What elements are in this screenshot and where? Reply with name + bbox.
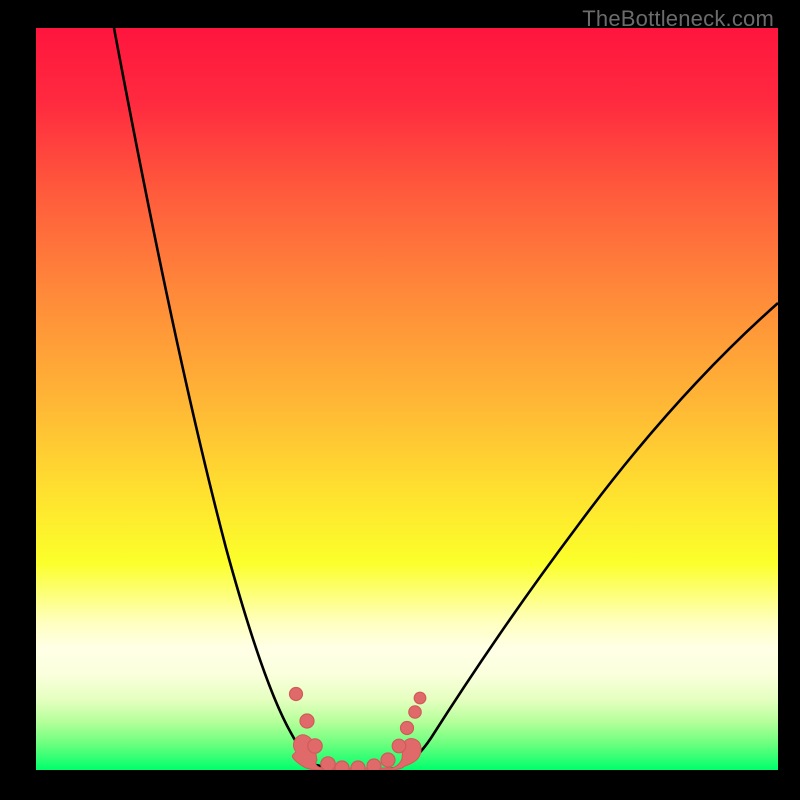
curve-layer xyxy=(36,28,778,770)
optimal-marker-group xyxy=(290,688,426,771)
optimal-marker-dot xyxy=(414,692,426,704)
optimal-marker-dot xyxy=(409,706,421,718)
curve-right xyxy=(376,303,778,770)
optimal-marker-dot xyxy=(401,722,414,735)
curve-left xyxy=(114,28,334,769)
optimal-marker-dot xyxy=(290,688,303,701)
watermark-text: TheBottleneck.com xyxy=(582,6,774,32)
optimal-marker-dot xyxy=(351,761,365,770)
optimal-marker-dot xyxy=(367,759,381,770)
chart-frame: TheBottleneck.com xyxy=(0,0,800,800)
optimal-marker-dot xyxy=(335,761,349,770)
optimal-marker-dot xyxy=(381,753,395,767)
optimal-marker-dot xyxy=(321,757,335,770)
optimal-marker-dot xyxy=(300,714,314,728)
plot-area xyxy=(36,28,778,770)
optimal-marker-dot xyxy=(392,739,406,753)
optimal-marker-dot xyxy=(308,739,322,753)
